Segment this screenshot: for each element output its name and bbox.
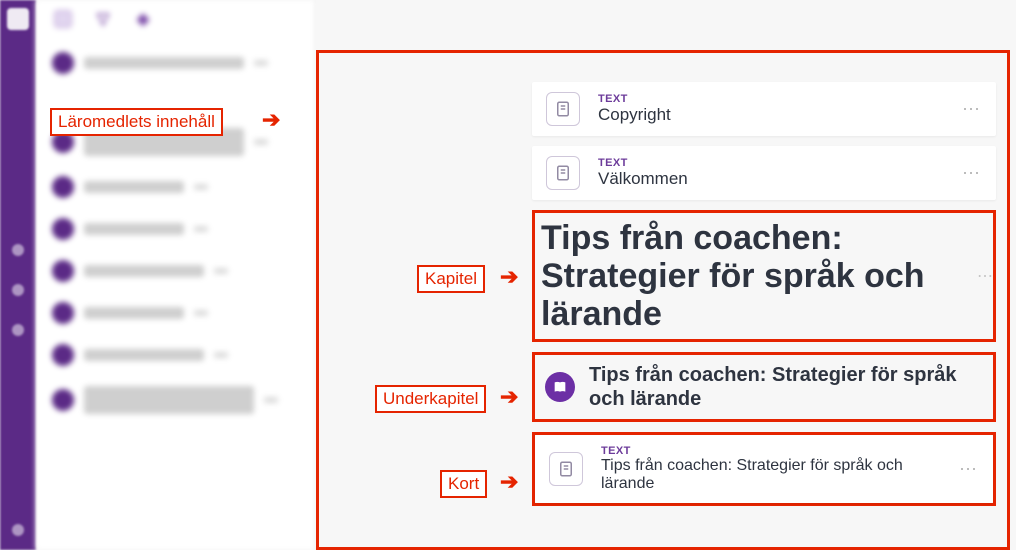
card-type-label: TEXT xyxy=(598,93,671,105)
text-card-copyright[interactable]: TEXT Copyright ⋯ xyxy=(532,82,996,136)
tag-icon[interactable]: ◆ xyxy=(134,10,152,28)
main-content: TEXT Copyright ⋯ TEXT Välkommen ⋯ Tips f… xyxy=(316,0,1016,550)
rail-item[interactable] xyxy=(12,244,24,256)
card-type-label: TEXT xyxy=(598,157,688,169)
app-logo xyxy=(7,8,29,30)
list-item[interactable] xyxy=(44,250,307,292)
text-card-tips[interactable]: TEXT Tips från coachen: Strategier för s… xyxy=(535,435,993,503)
more-icon[interactable]: ⋯ xyxy=(962,99,982,120)
nav-rail xyxy=(0,0,36,550)
more-icon[interactable]: ⋯ xyxy=(959,459,979,480)
content-sidebar: ▽ ◆ xyxy=(36,0,316,550)
page-icon xyxy=(546,92,580,126)
rail-item[interactable] xyxy=(12,284,24,296)
list-item[interactable] xyxy=(44,376,307,424)
filter-icon[interactable]: ▽ xyxy=(94,10,112,28)
rail-item[interactable] xyxy=(12,524,24,536)
rail-item[interactable] xyxy=(12,324,24,336)
book-icon xyxy=(545,372,575,402)
page-icon xyxy=(549,452,583,486)
list-item[interactable] xyxy=(44,208,307,250)
subchapter-title: Tips från coachen: Strategier för språk … xyxy=(589,363,983,411)
card-title: Copyright xyxy=(598,105,671,125)
card-title: Tips från coachen: Strategier för språk … xyxy=(601,457,941,493)
card-title: Välkommen xyxy=(598,169,688,189)
list-item[interactable] xyxy=(44,166,307,208)
subchapter-row[interactable]: Tips från coachen: Strategier för språk … xyxy=(535,355,993,419)
list-item[interactable] xyxy=(44,118,307,166)
chapter-title: Tips från coachen: Strategier för språk … xyxy=(535,213,993,339)
list-item[interactable] xyxy=(44,292,307,334)
more-icon[interactable]: ⋯ xyxy=(977,266,995,286)
kort-box: TEXT Tips från coachen: Strategier för s… xyxy=(532,432,996,506)
card-type-label: TEXT xyxy=(601,445,941,457)
text-card-welcome[interactable]: TEXT Välkommen ⋯ xyxy=(532,146,996,200)
list-item[interactable] xyxy=(44,334,307,376)
search-icon[interactable] xyxy=(54,10,72,28)
chapter-heading-box: Tips från coachen: Strategier för språk … xyxy=(532,210,996,342)
list-item[interactable] xyxy=(44,42,307,84)
page-icon xyxy=(546,156,580,190)
subchapter-box: Tips från coachen: Strategier för språk … xyxy=(532,352,996,422)
more-icon[interactable]: ⋯ xyxy=(962,163,982,184)
